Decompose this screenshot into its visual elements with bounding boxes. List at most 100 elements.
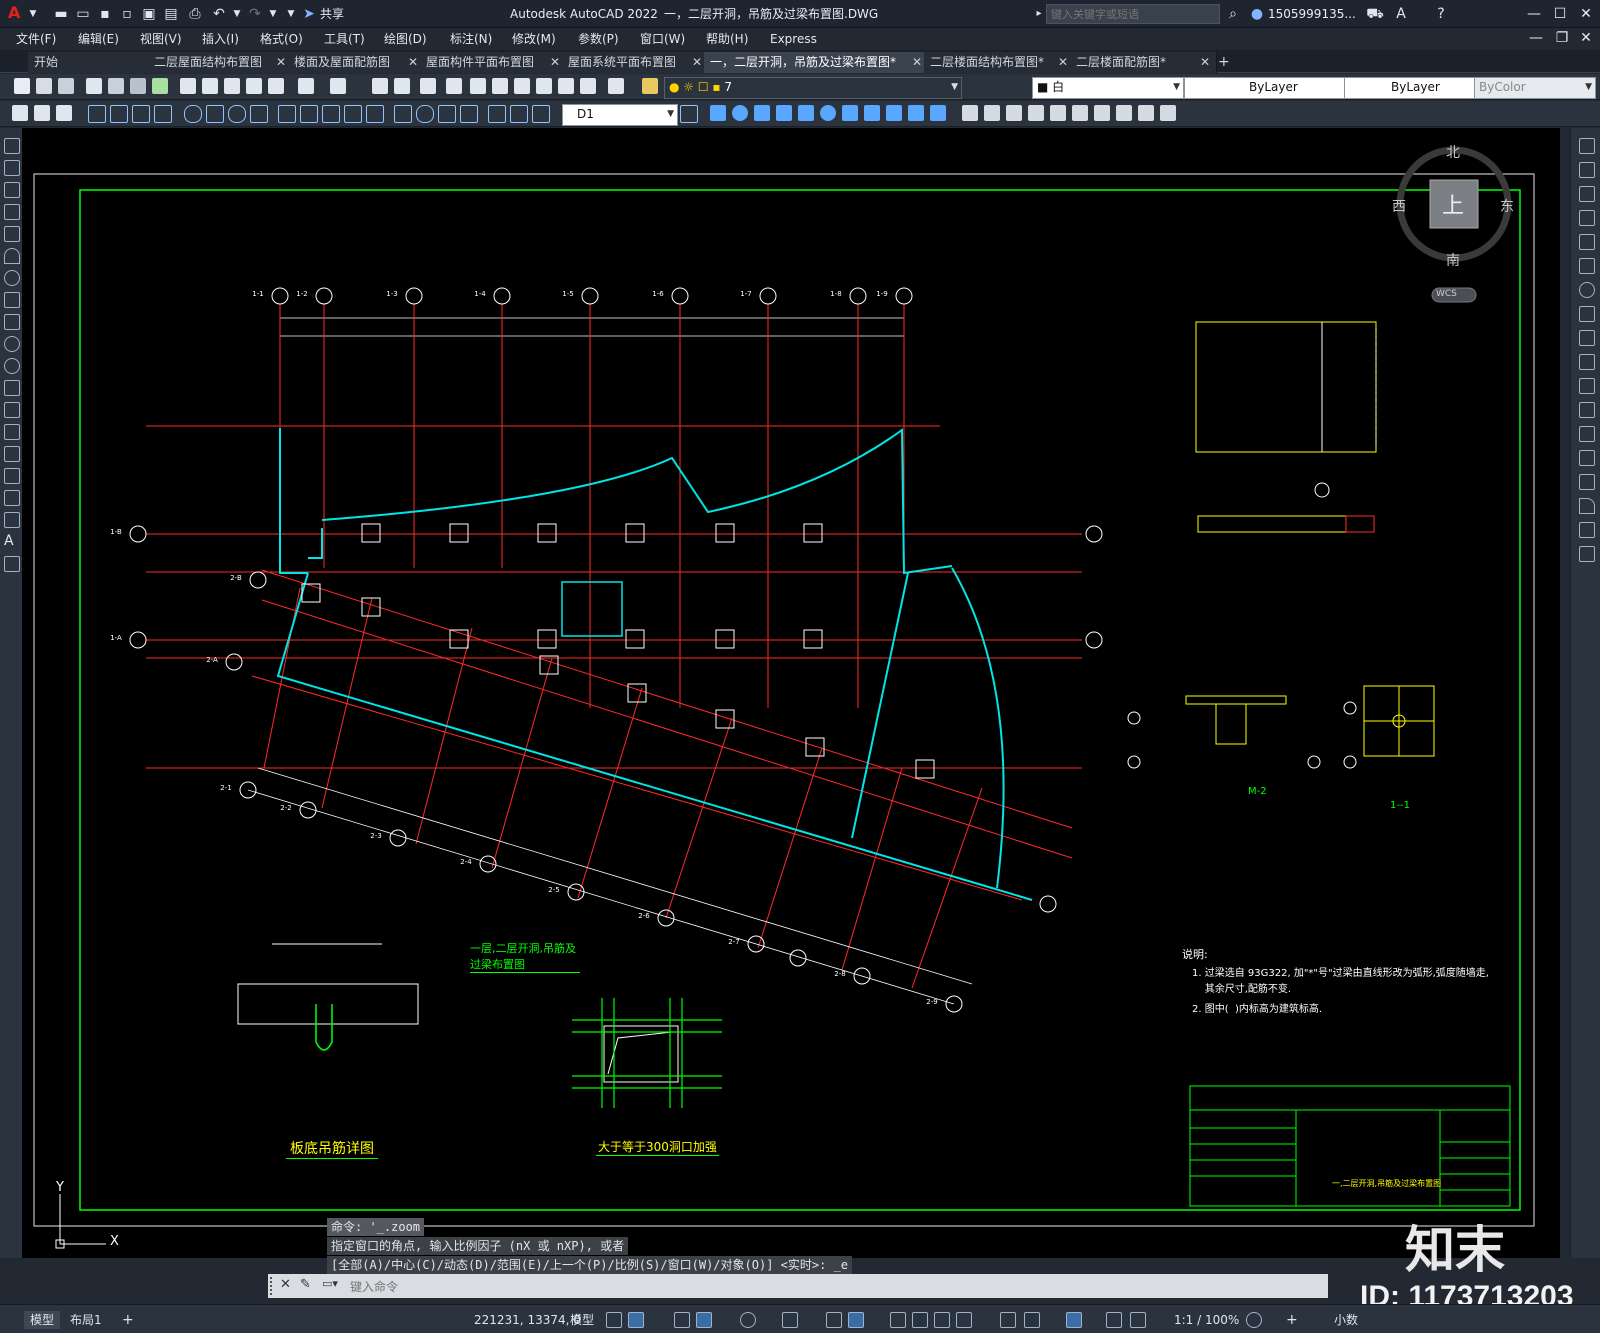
aligned-dim-icon[interactable] bbox=[110, 105, 128, 123]
zoom-realtime-icon[interactable] bbox=[394, 78, 410, 94]
plot-icon[interactable]: ⎙ bbox=[186, 5, 204, 23]
blend-curves-icon[interactable] bbox=[1579, 522, 1595, 538]
revision-cloud-icon[interactable] bbox=[4, 292, 20, 308]
viewcube-west[interactable]: 西 bbox=[1392, 196, 1406, 216]
user-icon[interactable]: ● bbox=[1248, 5, 1266, 23]
explode-icon[interactable] bbox=[1579, 546, 1595, 562]
intersect-icon[interactable] bbox=[984, 105, 1000, 121]
recent-commands-icon[interactable]: ▭▾ bbox=[322, 1277, 338, 1290]
new-file-icon[interactable]: ▬ bbox=[52, 5, 70, 23]
settings-gear-icon[interactable] bbox=[1246, 1312, 1262, 1328]
menu-format[interactable]: 格式(O) bbox=[260, 30, 303, 48]
mirror-icon[interactable] bbox=[1579, 186, 1595, 202]
layer-dropdown[interactable]: ● ☼ ☐ ▪ 7 ▼ bbox=[664, 77, 962, 99]
object-snap-icon[interactable] bbox=[826, 1312, 842, 1328]
close-tab-icon[interactable]: ✕ bbox=[912, 52, 922, 72]
viewcube-south[interactable]: 南 bbox=[1446, 250, 1460, 270]
publish-icon[interactable] bbox=[130, 78, 146, 94]
subtract-icon[interactable] bbox=[962, 105, 978, 121]
plotstyle-dropdown[interactable]: ByColor ▼ bbox=[1474, 77, 1596, 99]
annotation-monitor-icon[interactable] bbox=[1000, 1312, 1016, 1328]
tab-openings-hangers[interactable]: 一，二层开洞，吊筋及过梁布置图* ✕ bbox=[704, 52, 929, 73]
3d-osnap-icon[interactable] bbox=[956, 1312, 972, 1328]
torus-icon[interactable] bbox=[820, 105, 836, 121]
arc-icon[interactable] bbox=[4, 248, 20, 264]
cone-icon[interactable] bbox=[776, 105, 792, 121]
ordinate-dim-icon[interactable] bbox=[154, 105, 172, 123]
share-button[interactable]: 共享 bbox=[320, 5, 344, 23]
polar-icon[interactable] bbox=[696, 1312, 712, 1328]
redo-dropdown-icon[interactable]: ▼ bbox=[264, 5, 282, 23]
layer-properties-icon[interactable] bbox=[642, 78, 658, 94]
offset-icon[interactable] bbox=[1579, 210, 1595, 226]
union-icon[interactable] bbox=[930, 105, 946, 121]
menu-draw[interactable]: 绘图(D) bbox=[384, 30, 427, 48]
tab-floor-roof-rebar[interactable]: 楼面及屋面配筋图 ✕ bbox=[288, 52, 425, 73]
open-file-icon[interactable]: ▭ bbox=[74, 5, 92, 23]
line-icon[interactable] bbox=[4, 138, 20, 154]
maximize-button[interactable]: ☐ bbox=[1548, 4, 1572, 24]
chamfer-icon[interactable] bbox=[1579, 474, 1595, 490]
properties-icon[interactable] bbox=[470, 78, 486, 94]
new-layout-button[interactable]: + bbox=[122, 1311, 134, 1329]
cylinder-icon[interactable] bbox=[754, 105, 770, 121]
point-icon[interactable] bbox=[4, 424, 20, 440]
ellipse-arc-icon[interactable] bbox=[4, 358, 20, 374]
doc-minimize-button[interactable]: — bbox=[1524, 28, 1548, 48]
3d-move-icon[interactable] bbox=[1072, 105, 1088, 121]
redo-icon[interactable] bbox=[330, 78, 346, 94]
quick-dim-icon[interactable] bbox=[278, 105, 296, 123]
radius-dim-icon[interactable] bbox=[184, 105, 202, 123]
pan-icon[interactable] bbox=[372, 78, 388, 94]
quickcalc-icon[interactable] bbox=[580, 78, 596, 94]
annotation-visibility-icon[interactable] bbox=[1066, 1312, 1082, 1328]
selection-cycling-icon[interactable] bbox=[934, 1312, 950, 1328]
customize-command-icon[interactable]: ✎ bbox=[300, 1277, 311, 1292]
viewcube-east[interactable]: 东 bbox=[1500, 196, 1514, 216]
markup-icon[interactable] bbox=[558, 78, 574, 94]
table-icon[interactable] bbox=[4, 512, 20, 528]
undo-dropdown-icon[interactable]: ▼ bbox=[228, 5, 246, 23]
zoom-previous-icon[interactable] bbox=[446, 78, 462, 94]
close-command-icon[interactable]: ✕ bbox=[280, 1277, 291, 1292]
viewcube-top[interactable]: 上 bbox=[1442, 188, 1464, 220]
join-icon[interactable] bbox=[1579, 450, 1595, 466]
grid-icon[interactable] bbox=[606, 1312, 622, 1328]
close-tab-icon[interactable]: ✕ bbox=[1058, 52, 1068, 72]
tab-roof-components[interactable]: 屋面构件平面布置图 ✕ bbox=[420, 52, 567, 73]
app-logo-icon[interactable]: A bbox=[8, 4, 20, 22]
menu-parametric[interactable]: 参数(P) bbox=[578, 30, 619, 48]
gradient-icon[interactable] bbox=[4, 468, 20, 484]
dim-update-icon[interactable] bbox=[532, 105, 550, 123]
stretch-icon[interactable] bbox=[1579, 330, 1595, 346]
save-icon[interactable] bbox=[58, 78, 74, 94]
transparency-icon[interactable] bbox=[912, 1312, 928, 1328]
3d-dwf-icon[interactable] bbox=[152, 78, 168, 94]
fillet-icon[interactable] bbox=[1579, 498, 1595, 514]
isodraft-icon[interactable] bbox=[740, 1312, 756, 1328]
snap-icon[interactable] bbox=[628, 1312, 644, 1328]
menu-window[interactable]: 窗口(W) bbox=[640, 30, 685, 48]
break-icon[interactable] bbox=[1579, 426, 1595, 442]
annotation-scale-value[interactable]: 1:1 / 100% bbox=[1174, 1311, 1239, 1329]
menu-edit[interactable]: 编辑(E) bbox=[78, 30, 119, 48]
command-grip-icon[interactable] bbox=[270, 1277, 278, 1295]
tab-start[interactable]: 开始 bbox=[28, 52, 153, 73]
tab-floor-structure[interactable]: 二层楼面结构布置图* ✕ bbox=[924, 52, 1075, 73]
dimstyle-dropdown[interactable]: D1 ▼ bbox=[562, 104, 678, 126]
tab-floor-rebar[interactable]: 二层楼面配筋图* ✕ bbox=[1070, 52, 1217, 73]
new-tab-button[interactable]: + bbox=[1212, 52, 1240, 73]
paste-icon[interactable] bbox=[224, 78, 240, 94]
sheet-set-icon[interactable] bbox=[536, 78, 552, 94]
inspection-icon[interactable] bbox=[438, 105, 456, 123]
doc-close-button[interactable]: ✕ bbox=[1574, 28, 1598, 48]
dim-break-icon[interactable] bbox=[366, 105, 384, 123]
menu-modify[interactable]: 修改(M) bbox=[512, 30, 556, 48]
block-editor-icon[interactable] bbox=[268, 78, 284, 94]
close-tab-icon[interactable]: ✕ bbox=[408, 52, 418, 72]
zoom-window-icon[interactable] bbox=[420, 78, 436, 94]
close-tab-icon[interactable]: ✕ bbox=[1200, 52, 1210, 72]
linear-dim-icon[interactable] bbox=[88, 105, 106, 123]
layout-tab[interactable]: 布局1 bbox=[70, 1311, 102, 1329]
lineweight-icon[interactable] bbox=[890, 1312, 906, 1328]
